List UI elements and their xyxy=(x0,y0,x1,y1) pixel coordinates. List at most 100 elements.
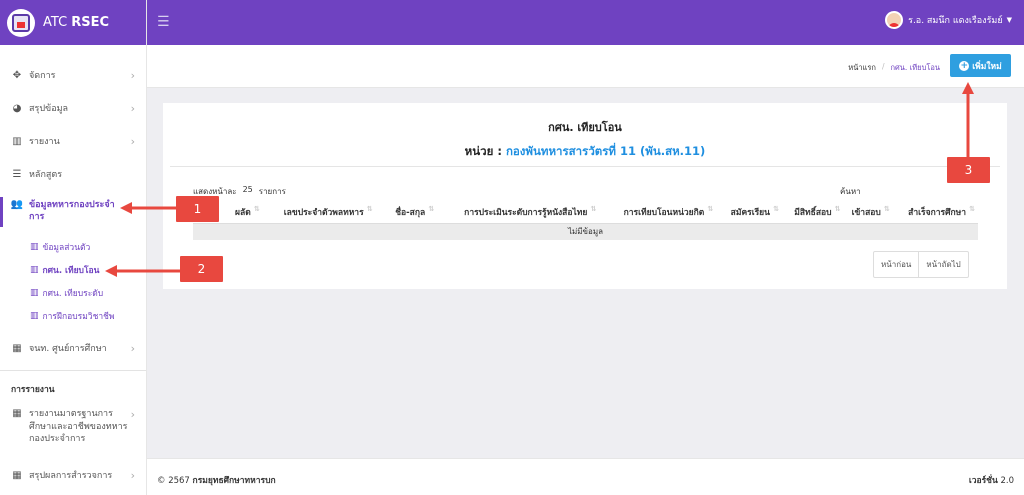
footer: © 2567 กรมยุทธศึกษาทหารบก เวอร์ชั่น 2.0 xyxy=(147,458,1024,495)
sidebar-item-label: จนท. ศูนย์การศึกษา xyxy=(29,344,107,354)
column-header[interactable]: เลขประจำตัวพลทหาร ⇅ xyxy=(262,201,376,224)
caret-down-icon: ▼ xyxy=(1006,16,1012,24)
sidebar-item-staff[interactable]: ▦ จนท. ศูนย์การศึกษา › xyxy=(0,339,146,357)
pie-chart-icon: ◕ xyxy=(12,102,22,114)
brand-title: ATC RSEC xyxy=(43,15,110,30)
sort-icon: ⇅ xyxy=(428,204,435,213)
divider xyxy=(170,166,1000,167)
submenu-label: กศน. เทียบระดับ xyxy=(42,289,104,299)
bar-chart-icon: ▥ xyxy=(30,311,39,321)
sidebar-item-conscript-data[interactable]: 👥 ข้อมูลทหารกองประจำ การ xyxy=(0,197,146,227)
user-menu[interactable]: ร.อ. สมนึก แดงเรืองรัมย์ ▼ xyxy=(885,11,1012,29)
submenu-item-personal[interactable]: ▥ ข้อมูลส่วนตัว xyxy=(30,240,90,254)
callout-3: 3 xyxy=(947,157,990,183)
page-length-suffix: รายการ xyxy=(258,187,286,196)
sidebar-item-label: ข้อมูลทหารกองประจำ xyxy=(29,200,115,210)
bar-chart-icon: ▥ xyxy=(30,242,39,252)
sidebar-heading-reports: การรายงาน xyxy=(11,385,55,395)
next-page-button[interactable]: หน้าถัดไป xyxy=(918,252,967,277)
table-row: ไม่มีข้อมูล xyxy=(193,223,978,240)
submenu-label: ข้อมูลส่วนตัว xyxy=(42,243,91,253)
bar-chart-icon: ▥ xyxy=(12,135,22,147)
submenu-item-transfer[interactable]: ▥ กศน. เทียบโอน xyxy=(30,263,99,277)
sidebar-item-label: กองประจำการ xyxy=(29,434,86,444)
sidebar-item-standard-report[interactable]: ▦ รายงานมาตรฐานการ ศึกษาและอาชีพของทหาร … xyxy=(0,408,146,448)
grid-icon: ▦ xyxy=(12,342,22,354)
chevron-right-icon: › xyxy=(130,134,135,148)
list-icon: ☰ xyxy=(12,168,22,180)
chevron-right-icon: › xyxy=(130,68,135,82)
breadcrumb-home[interactable]: หน้าแรก xyxy=(848,62,876,74)
copyright-org: กรมยุทธศึกษาทหารบก xyxy=(192,476,276,486)
column-header[interactable]: ชื่อ-สกุล ⇅ xyxy=(375,201,438,224)
page-length-select[interactable]: 25 xyxy=(243,185,253,198)
grid-icon: ▦ xyxy=(12,469,22,481)
column-header[interactable]: สมัครเรียน ⇅ xyxy=(716,201,782,224)
sidebar-item-label: จัดการ xyxy=(29,71,56,81)
chevron-right-icon: › xyxy=(130,101,135,115)
column-header[interactable]: เข้าสอบ ⇅ xyxy=(843,201,893,224)
callout-2: 2 xyxy=(180,256,223,282)
brand[interactable]: ATC RSEC xyxy=(0,0,146,45)
sort-icon: ⇅ xyxy=(253,204,260,213)
sidebar-item-label: ศึกษาและอาชีพของทหาร xyxy=(29,421,128,432)
column-header[interactable]: การเทียบโอนหน่วยกิต ⇅ xyxy=(599,201,717,224)
grid-icon: ▦ xyxy=(12,408,22,419)
unit-line: หน่วย : กองพันทหารสารวัตรที่ 11 (พัน.สห.… xyxy=(163,143,1007,161)
sidebar-item-label-line2: การ xyxy=(29,212,45,222)
unit-label: หน่วย : xyxy=(464,144,502,158)
table-header-row: ผลัด ⇅ เลขประจำตัวพลทหาร ⇅ ชื่อ-สกุล ⇅ การป… xyxy=(193,201,978,224)
submenu-label: กศน. เทียบโอน xyxy=(42,266,100,276)
column-header[interactable]: มีสิทธิ์สอบ ⇅ xyxy=(781,201,844,224)
breadcrumb-current: กศน. เทียบโอน xyxy=(890,63,940,72)
sort-icon: ⇅ xyxy=(590,204,597,213)
prev-page-button[interactable]: หน้าก่อน xyxy=(874,252,918,277)
version-number: 2.0 xyxy=(1000,476,1014,486)
chevron-right-icon: › xyxy=(130,408,135,421)
chevron-right-icon: › xyxy=(130,468,135,482)
pagination: หน้าก่อน หน้าถัดไป xyxy=(873,251,969,278)
sidebar-item-course[interactable]: ☰ หลักสูตร xyxy=(0,165,146,183)
version-info: เวอร์ชั่น 2.0 xyxy=(969,473,1014,487)
breadcrumb: หน้าแรก / กศน. เทียบโอน xyxy=(848,62,940,74)
sort-icon: ⇅ xyxy=(366,204,373,213)
move-icon: ✥ xyxy=(12,69,22,81)
sidebar-item-label: รายงานมาตรฐานการ xyxy=(29,409,113,419)
page-title: กศน. เทียบโอน xyxy=(548,121,622,134)
plus-circle-icon: + xyxy=(959,60,970,71)
submenu-label: การฝึกอบรมวิชาชีพ xyxy=(42,312,115,322)
sort-icon: ⇅ xyxy=(969,204,975,213)
sidebar-item-manage[interactable]: ✥ จัดการ › xyxy=(0,66,146,84)
sidebar-item-survey-summary[interactable]: ▦ สรุปผลการสำรวจการ › xyxy=(0,468,146,482)
sidebar-item-report[interactable]: ▥ รายงาน › xyxy=(0,132,146,150)
empty-message: ไม่มีข้อมูล xyxy=(193,223,978,240)
sidebar-divider xyxy=(0,370,146,371)
copyright: © 2567 กรมยุทธศึกษาทหารบก xyxy=(157,473,276,487)
version-label: เวอร์ชั่น xyxy=(968,476,998,486)
sidebar-item-label: รายงาน xyxy=(29,137,60,147)
unit-value: กองพันทหารสารวัตรที่ 11 (พัน.สห.11) xyxy=(505,144,706,158)
bar-chart-icon: ▥ xyxy=(30,265,39,275)
hamburger-menu-icon[interactable]: ☰ xyxy=(157,14,170,30)
column-header[interactable]: การประเมินระดับการรู้หนังสือไทย ⇅ xyxy=(437,201,600,224)
add-new-button[interactable]: + เพิ่มใหม่ xyxy=(950,54,1011,77)
avatar xyxy=(885,11,904,29)
logo-icon xyxy=(7,8,35,37)
user-name: ร.อ. สมนึก แดงเรืองรัมย์ xyxy=(908,16,1003,26)
submenu-item-vocational[interactable]: ▥ การฝึกอบรมวิชาชีพ xyxy=(30,309,114,323)
column-header[interactable]: สำเร็จการศึกษา ⇅ xyxy=(892,201,978,224)
data-table: ผลัด ⇅ เลขประจำตัวพลทหาร ⇅ ชื่อ-สกุล ⇅ การป… xyxy=(193,201,978,240)
sidebar-item-summary[interactable]: ◕ สรุปข้อมูล › xyxy=(0,99,146,117)
sort-icon: ⇅ xyxy=(773,204,779,213)
copyright-year: © 2567 xyxy=(157,476,190,486)
breadcrumb-bar: หน้าแรก / กศน. เทียบโอน + เพิ่มใหม่ xyxy=(147,45,1024,88)
chevron-right-icon: › xyxy=(130,341,135,355)
breadcrumb-separator: / xyxy=(881,62,885,71)
search-label: ค้นหา xyxy=(840,187,861,196)
top-navbar: ☰ ร.อ. สมนึก แดงเรืองรัมย์ ▼ xyxy=(147,0,1024,45)
sidebar-item-label: หลักสูตร xyxy=(29,170,63,180)
callout-1: 1 xyxy=(176,196,219,222)
sort-icon: ⇅ xyxy=(883,204,890,213)
users-icon: 👥 xyxy=(10,199,24,210)
submenu-item-level[interactable]: ▥ กศน. เทียบระดับ xyxy=(30,286,103,300)
